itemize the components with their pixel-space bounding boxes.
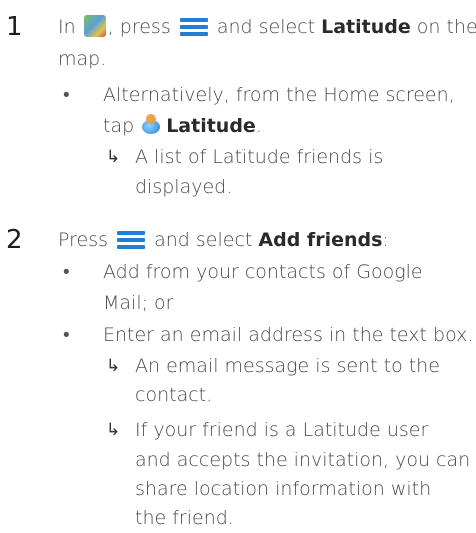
- step-number: 1: [6, 12, 23, 42]
- result-1-line-2: contact.: [135, 384, 213, 406]
- latitude-label: Latitude: [166, 115, 256, 137]
- maps-app-icon: [83, 15, 106, 37]
- result-arrow-icon: ↳: [106, 356, 121, 376]
- text-fragment: :: [382, 229, 389, 251]
- bullet-1-line-1: Add from your contacts of Google: [103, 261, 423, 283]
- step-number: 2: [6, 225, 23, 255]
- text-fragment: on the: [416, 16, 476, 38]
- bullet-1-line-2: Mail; or: [103, 292, 174, 314]
- bullet-marker: •: [63, 324, 70, 346]
- bullet-marker: •: [63, 261, 70, 283]
- result-1-line-1: An email message is sent to the: [135, 355, 440, 377]
- result-line-2: displayed.: [135, 176, 233, 198]
- text-fragment: .: [255, 115, 262, 137]
- bullet-1-line-1: Alternatively, from the Home screen,: [103, 84, 455, 106]
- step-1-line-2: map.: [58, 48, 107, 70]
- bullet-1-line-2: tap Latitude.: [103, 111, 262, 141]
- bullet-marker: •: [63, 84, 70, 106]
- menu-icon: [117, 231, 146, 249]
- add-friends-label: Add friends: [258, 229, 383, 251]
- result-2-line-4: the friend.: [135, 507, 234, 529]
- result-2-line-1: If your friend is a Latitude user: [135, 419, 429, 441]
- text-fragment: and select: [216, 16, 316, 38]
- text-fragment: and select: [154, 229, 253, 251]
- result-line-1: A list of Latitude friends is: [135, 146, 384, 168]
- result-2-line-3: share location information with: [135, 478, 432, 500]
- text-fragment: Press: [58, 229, 109, 251]
- menu-icon: [179, 18, 208, 36]
- result-2-line-2: and accepts the invitation, you can: [135, 449, 471, 471]
- bullet-2-line-1: Enter an email address in the text box.: [103, 324, 474, 346]
- result-arrow-icon: ↳: [106, 420, 121, 440]
- step-1-line-1: In , press and select Latitude on the: [58, 12, 476, 42]
- text-fragment: , press: [107, 16, 171, 38]
- step-2-line-1: Press and select Add friends:: [58, 225, 389, 255]
- text-fragment: tap: [103, 115, 135, 137]
- latitude-app-icon: [140, 114, 162, 136]
- text-fragment: In: [58, 16, 76, 38]
- result-arrow-icon: ↳: [106, 147, 121, 167]
- latitude-label: Latitude: [321, 16, 411, 38]
